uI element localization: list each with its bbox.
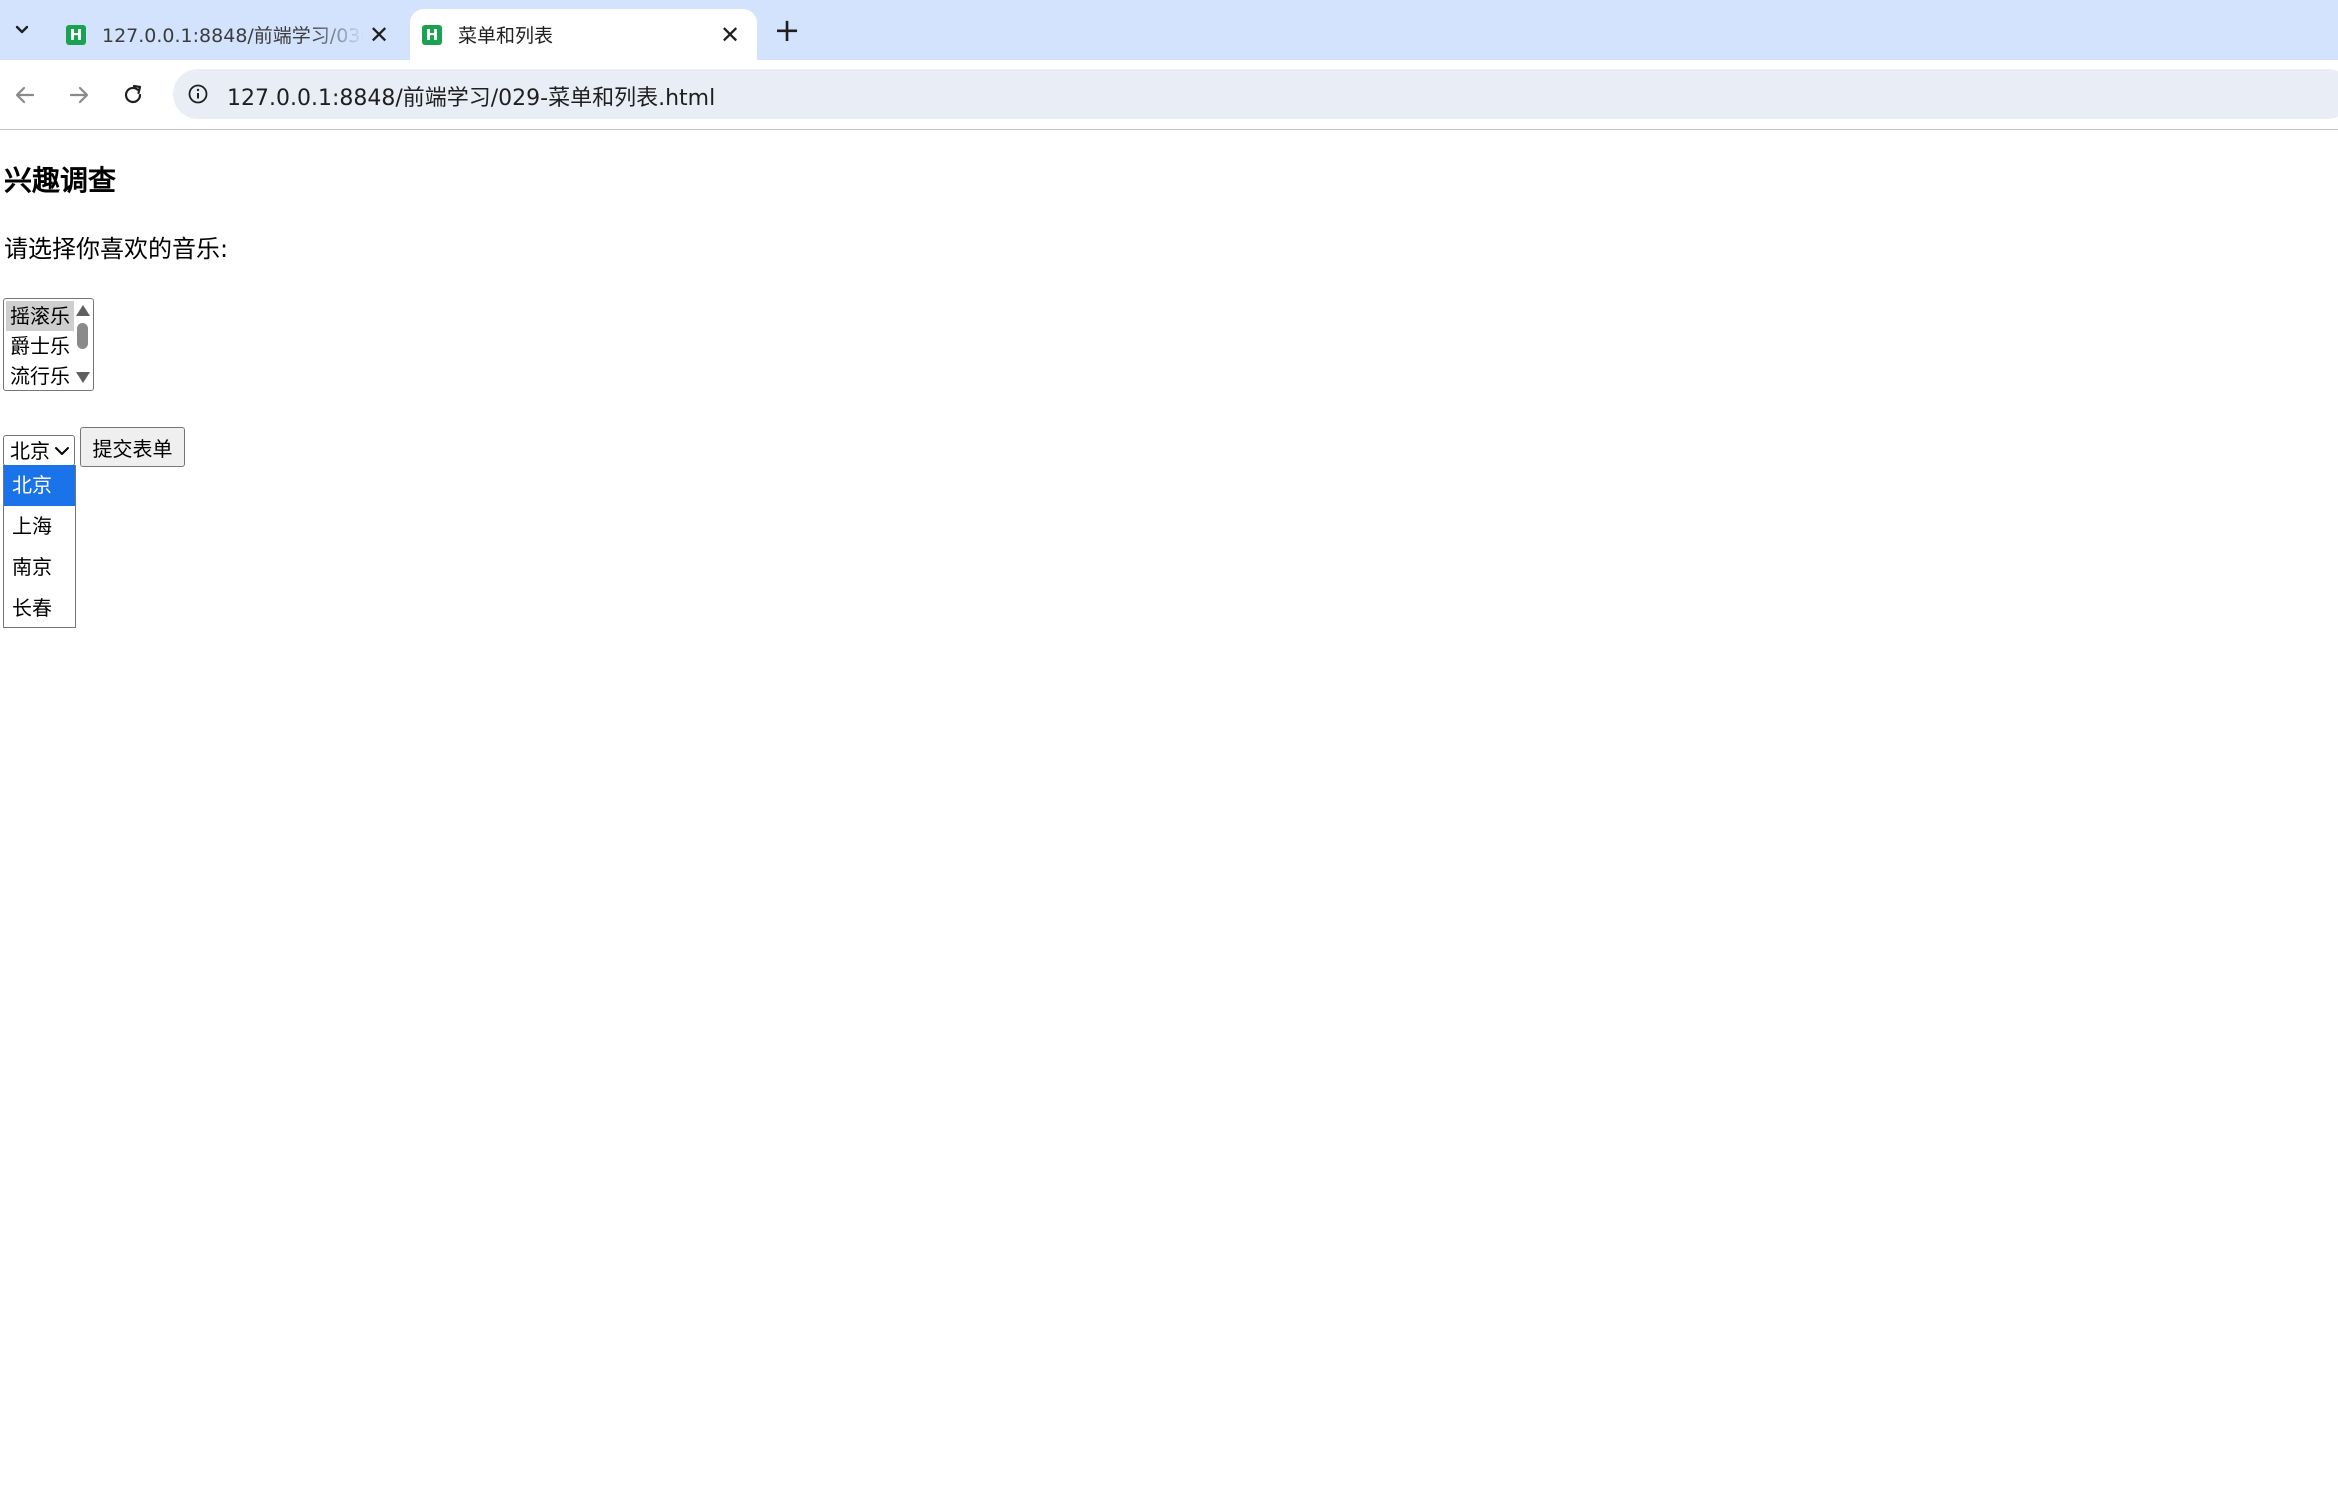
tab-strip: H 127.0.0.1:8848/前端学习/030- ✕ H 菜单和列表 ✕ + xyxy=(0,0,2338,60)
city-select-value: 北京 xyxy=(10,439,50,463)
reload-icon xyxy=(124,84,142,104)
arrow-left-icon xyxy=(15,86,35,104)
music-prompt: 请选择你喜欢的音乐: xyxy=(4,235,229,263)
scroll-thumb[interactable] xyxy=(77,323,88,349)
tab-title: 127.0.0.1:8848/前端学习/030- xyxy=(102,25,364,47)
site-info-icon[interactable] xyxy=(185,81,211,107)
hbuilder-favicon-icon: H xyxy=(422,24,442,45)
chevron-down-icon xyxy=(55,447,69,455)
back-button[interactable] xyxy=(5,75,45,115)
forward-button[interactable] xyxy=(59,75,99,115)
page-heading: 兴趣调查 xyxy=(4,164,117,197)
city-option[interactable]: 上海 xyxy=(4,506,75,547)
listbox-scrollbar[interactable] xyxy=(73,301,91,388)
chevron-down-icon xyxy=(15,25,29,34)
hbuilder-favicon-icon: H xyxy=(66,24,86,45)
close-icon[interactable]: ✕ xyxy=(715,20,745,50)
new-tab-button[interactable]: + xyxy=(770,11,804,49)
music-option[interactable]: 爵士乐 xyxy=(6,331,74,361)
arrow-right-icon xyxy=(69,86,89,104)
address-bar[interactable]: 127.0.0.1:8848/前端学习/029-菜单和列表.html xyxy=(173,69,2338,119)
city-select[interactable]: 北京 xyxy=(3,435,75,466)
tab-menu-and-list[interactable]: H 菜单和列表 ✕ xyxy=(410,9,757,60)
close-icon[interactable]: ✕ xyxy=(364,20,394,50)
submit-button[interactable]: 提交表单 xyxy=(80,427,185,467)
tab-search-button[interactable] xyxy=(3,10,41,48)
page-content: 兴趣调查 请选择你喜欢的音乐: 摇滚乐 爵士乐 流行乐 北京 提交表单 北京 上… xyxy=(0,131,2338,1505)
scroll-down-arrow-icon[interactable] xyxy=(76,372,90,383)
city-option[interactable]: 北京 xyxy=(4,465,75,506)
music-option[interactable]: 摇滚乐 xyxy=(6,301,74,331)
music-listbox[interactable]: 摇滚乐 爵士乐 流行乐 xyxy=(3,298,94,391)
scroll-up-arrow-icon[interactable] xyxy=(76,305,90,316)
city-option[interactable]: 南京 xyxy=(4,547,75,588)
city-option[interactable]: 长春 xyxy=(4,588,75,627)
url-text[interactable]: 127.0.0.1:8848/前端学习/029-菜单和列表.html xyxy=(227,80,715,112)
tab-title: 菜单和列表 xyxy=(458,25,554,47)
tab-030[interactable]: H 127.0.0.1:8848/前端学习/030- ✕ xyxy=(50,9,406,60)
reload-button[interactable] xyxy=(113,75,153,115)
city-dropdown-list: 北京 上海 南京 长春 xyxy=(3,465,76,628)
browser-toolbar: 127.0.0.1:8848/前端学习/029-菜单和列表.html xyxy=(0,60,2338,130)
music-option[interactable]: 流行乐 xyxy=(6,361,74,390)
